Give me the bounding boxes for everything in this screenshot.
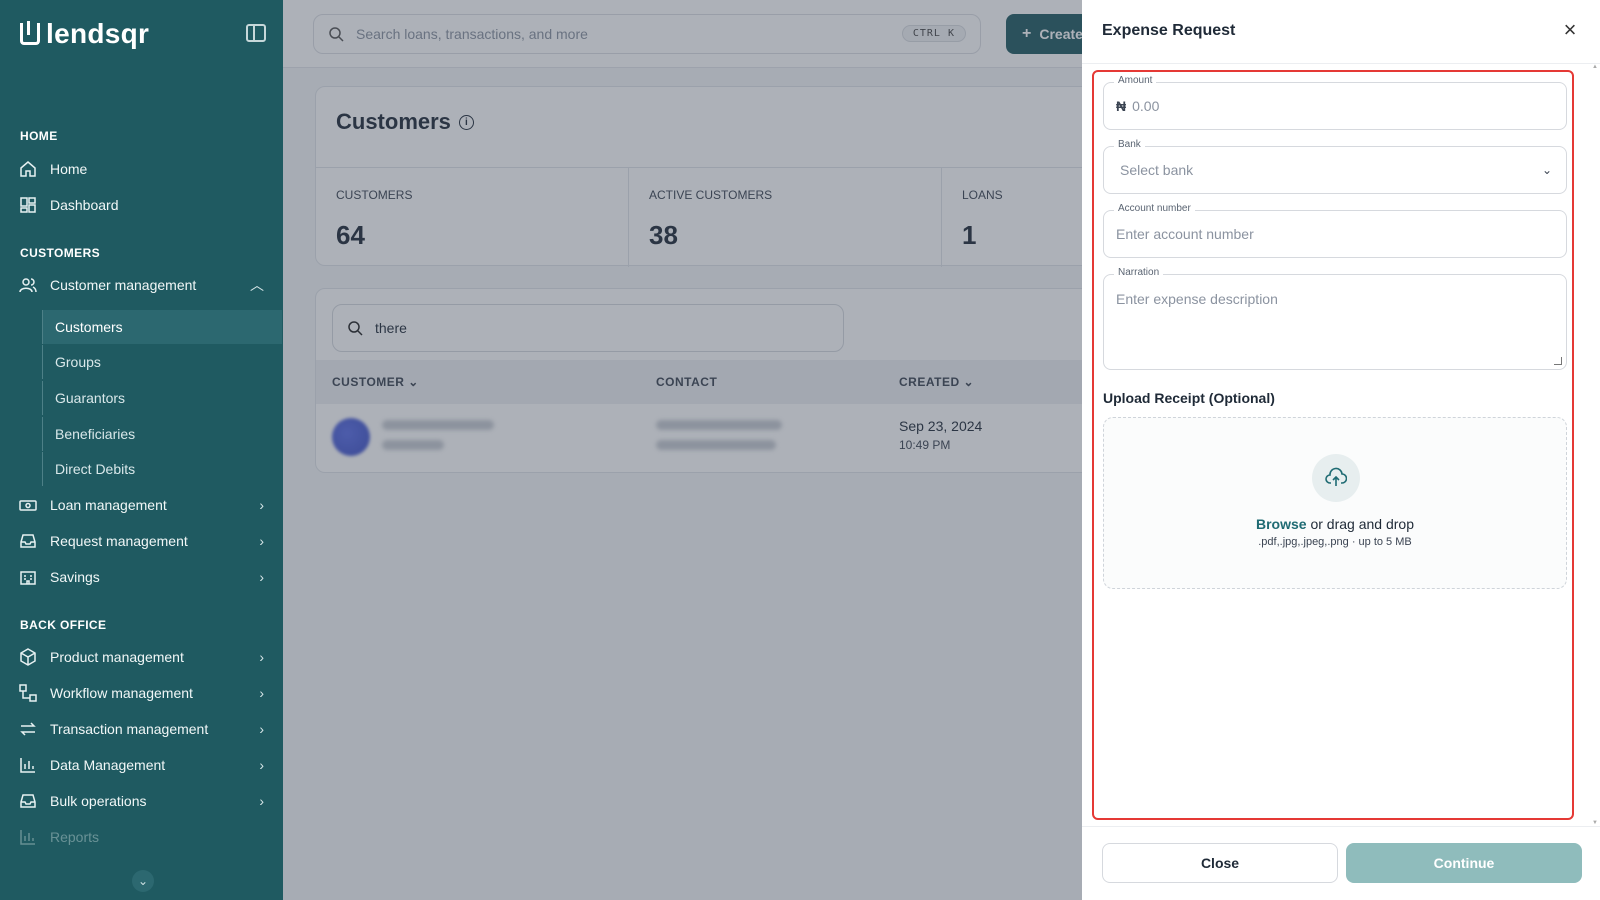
section-title-home: HOME xyxy=(20,129,58,143)
chevron-right-icon: › xyxy=(259,757,264,773)
narration-label: Narration xyxy=(1114,267,1164,278)
sidebar-item-label: Data Management xyxy=(50,757,166,773)
chevron-right-icon: › xyxy=(259,685,264,701)
sidebar-subitem-groups[interactable]: Groups xyxy=(42,345,282,379)
sidebar-item-label: Request management xyxy=(50,533,188,549)
expense-request-drawer: Expense Request × Amount ₦ 0.00 Bank Sel… xyxy=(1082,0,1600,900)
section-title-back-office: BACK OFFICE xyxy=(20,618,107,632)
close-icon[interactable]: × xyxy=(1560,19,1580,41)
sidebar-item-label: Reports xyxy=(50,829,100,845)
sidebar-subitem-customers[interactable]: Customers xyxy=(42,310,282,344)
drawer-header: Expense Request × xyxy=(1082,0,1600,64)
upload-receipt-title: Upload Receipt (Optional) xyxy=(1103,390,1275,406)
section-title-customers: CUSTOMERS xyxy=(20,246,101,260)
browse-link[interactable]: Browse xyxy=(1256,516,1307,532)
bank-placeholder: Select bank xyxy=(1120,162,1194,178)
amount-label: Amount xyxy=(1114,75,1157,86)
sidebar-item-label: Home xyxy=(50,161,88,177)
box-icon xyxy=(18,647,38,667)
currency-symbol: ₦ xyxy=(1116,98,1127,114)
chevron-right-icon: › xyxy=(259,793,264,809)
brand-name: lendsqr xyxy=(46,18,150,49)
sidebar-item-transaction-management[interactable]: Transaction management › xyxy=(18,714,270,744)
sidebar-item-label: Dashboard xyxy=(50,197,119,213)
savings-icon xyxy=(18,567,38,587)
sidebar-item-reports[interactable]: Reports xyxy=(18,822,270,852)
dashboard-icon xyxy=(18,195,38,215)
sidebar-item-label: Workflow management xyxy=(50,685,193,701)
sidebar-item-dashboard[interactable]: Dashboard xyxy=(18,190,270,220)
cloud-upload-icon xyxy=(1312,454,1360,502)
sidebar-subitem-beneficiaries[interactable]: Beneficiaries xyxy=(42,417,282,451)
sidebar-subitem-guarantors[interactable]: Guarantors xyxy=(42,381,282,415)
sidebar-item-workflow-management[interactable]: Workflow management › xyxy=(18,678,270,708)
receipt-dropzone[interactable]: Browse or drag and drop .pdf,.jpg,.jpeg,… xyxy=(1103,417,1567,589)
bank-label: Bank xyxy=(1114,139,1145,150)
sidebar-item-label: Customer management xyxy=(50,277,197,293)
upload-instruction-rest: or drag and drop xyxy=(1306,516,1414,532)
drawer-scrollbar[interactable] xyxy=(1592,64,1600,826)
expense-form: Amount ₦ 0.00 Bank Select bank ⌄ Account… xyxy=(1092,70,1574,820)
account-number-field[interactable]: Account number Enter account number xyxy=(1103,203,1567,258)
sidebar-item-request-management[interactable]: Request management › xyxy=(18,526,270,556)
bank-select[interactable]: Bank Select bank ⌄ xyxy=(1103,139,1567,194)
amount-placeholder: 0.00 xyxy=(1132,98,1160,114)
drawer-title: Expense Request xyxy=(1102,22,1236,39)
chevron-right-icon: › xyxy=(259,533,264,549)
sidebar-subitem-direct-debits[interactable]: Direct Debits xyxy=(42,452,282,486)
sidebar-item-label: Product management xyxy=(50,649,184,665)
sidebar-item-bulk-operations[interactable]: Bulk operations › xyxy=(18,786,270,816)
users-icon xyxy=(18,275,38,295)
upload-instruction: Browse or drag and drop xyxy=(1104,516,1566,532)
transfer-icon xyxy=(18,719,38,739)
sidebar-item-savings[interactable]: Savings › xyxy=(18,562,270,592)
brand-logo[interactable]: lendsqr xyxy=(20,18,149,50)
narration-textarea[interactable]: Narration Enter expense description xyxy=(1103,267,1567,370)
loan-icon xyxy=(18,495,38,515)
drawer-footer: Close Continue xyxy=(1082,826,1600,900)
sidebar: lendsqr HOME Home Dashboard CUSTOMERS Cu… xyxy=(0,0,283,900)
sidebar-item-data-management[interactable]: Data Management › xyxy=(18,750,270,780)
chevron-right-icon: › xyxy=(259,569,264,585)
sidebar-item-product-management[interactable]: Product management › xyxy=(18,642,270,672)
inbox-icon xyxy=(18,531,38,551)
resize-handle[interactable] xyxy=(1554,357,1562,365)
account-number-label: Account number xyxy=(1114,203,1195,214)
chevron-up-icon: ︿ xyxy=(250,277,264,293)
scroll-down-icon[interactable]: ⌄ xyxy=(132,870,154,892)
upload-hint: .pdf,.jpg,.jpeg,.png · up to 5 MB xyxy=(1258,536,1412,548)
chevron-right-icon: › xyxy=(259,497,264,513)
sidebar-collapse-icon[interactable] xyxy=(246,24,266,42)
reports-icon xyxy=(18,827,38,847)
chart-icon xyxy=(18,755,38,775)
continue-button[interactable]: Continue xyxy=(1346,843,1582,883)
logo-icon xyxy=(20,21,40,45)
chevron-down-icon: ⌄ xyxy=(1541,163,1552,177)
chevron-right-icon: › xyxy=(259,721,264,737)
sidebar-item-label: Bulk operations xyxy=(50,793,147,809)
close-button[interactable]: Close xyxy=(1102,843,1338,883)
sidebar-item-home[interactable]: Home xyxy=(18,154,270,184)
sidebar-item-label: Transaction management xyxy=(50,721,209,737)
account-number-placeholder: Enter account number xyxy=(1116,226,1254,242)
narration-placeholder: Enter expense description xyxy=(1116,291,1278,307)
workflow-icon xyxy=(18,683,38,703)
sidebar-item-customer-management[interactable]: Customer management ︿ xyxy=(18,270,270,300)
home-icon xyxy=(18,159,38,179)
amount-field[interactable]: Amount ₦ 0.00 xyxy=(1103,75,1567,130)
bulk-icon xyxy=(18,791,38,811)
sidebar-item-label: Savings xyxy=(50,569,100,585)
sidebar-item-loan-management[interactable]: Loan management › xyxy=(18,490,270,520)
chevron-right-icon: › xyxy=(259,649,264,665)
app: lendsqr HOME Home Dashboard CUSTOMERS Cu… xyxy=(0,0,1600,900)
sidebar-item-label: Loan management xyxy=(50,497,167,513)
